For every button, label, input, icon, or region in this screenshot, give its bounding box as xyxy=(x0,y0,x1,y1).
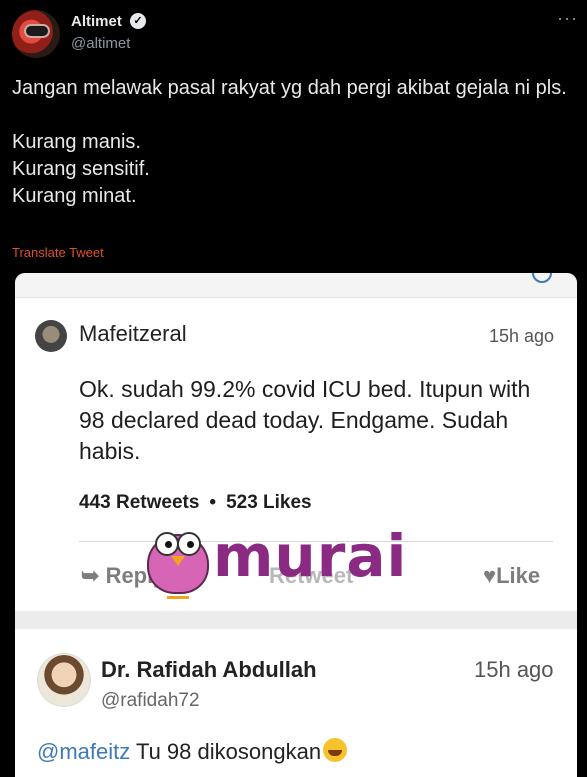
reply-time: 15h ago xyxy=(474,657,554,682)
reply-mention: @mafeitz xyxy=(37,739,131,764)
tweet-text: Jangan melawak pasal rakyat yg dah pergi… xyxy=(12,77,567,207)
embedded-post-time: 15h ago xyxy=(489,326,555,346)
author-display-name[interactable]: Altimet xyxy=(71,13,122,30)
retweet-count: 443 Retweets xyxy=(79,492,200,513)
reply-author-handle: @rafidah72 xyxy=(101,690,200,711)
translate-tweet-link[interactable]: Translate Tweet xyxy=(12,245,104,260)
embedded-post-stats: 443 Retweets • 523 Likes xyxy=(79,492,312,514)
screenshot-top-strip xyxy=(15,273,577,298)
reply-text: @mafeitz Tu 98 dikosongkan xyxy=(37,738,348,765)
embedded-author-avatar xyxy=(35,320,67,352)
reply-icon: ➥ xyxy=(81,563,100,588)
watermark-text: murai xyxy=(213,522,408,590)
section-gap xyxy=(15,611,577,629)
reply-body: Tu 98 dikosongkan xyxy=(130,739,322,764)
like-label: Like xyxy=(496,563,541,588)
reply-author-name: Dr. Rafidah Abdullah xyxy=(101,657,317,682)
embedded-post-text: Ok. sudah 99.2% covid ICU bed. Itupun wi… xyxy=(79,376,531,464)
grinning-sweat-emoji-icon xyxy=(323,738,348,762)
like-action: ♥Like xyxy=(483,563,540,589)
verified-icon: ✓ xyxy=(130,13,146,29)
like-count: 523 Likes xyxy=(226,492,312,513)
more-options-icon[interactable]: ··· xyxy=(557,8,578,29)
author-handle[interactable]: @altimet xyxy=(71,35,130,52)
reply-author-avatar xyxy=(37,653,91,707)
embedded-author-name: Mafeitzeral xyxy=(79,321,187,346)
stats-separator: • xyxy=(209,492,217,513)
heart-icon: ♥ xyxy=(483,563,497,588)
author-avatar[interactable] xyxy=(12,10,60,58)
bird-mascot-icon xyxy=(147,532,209,599)
